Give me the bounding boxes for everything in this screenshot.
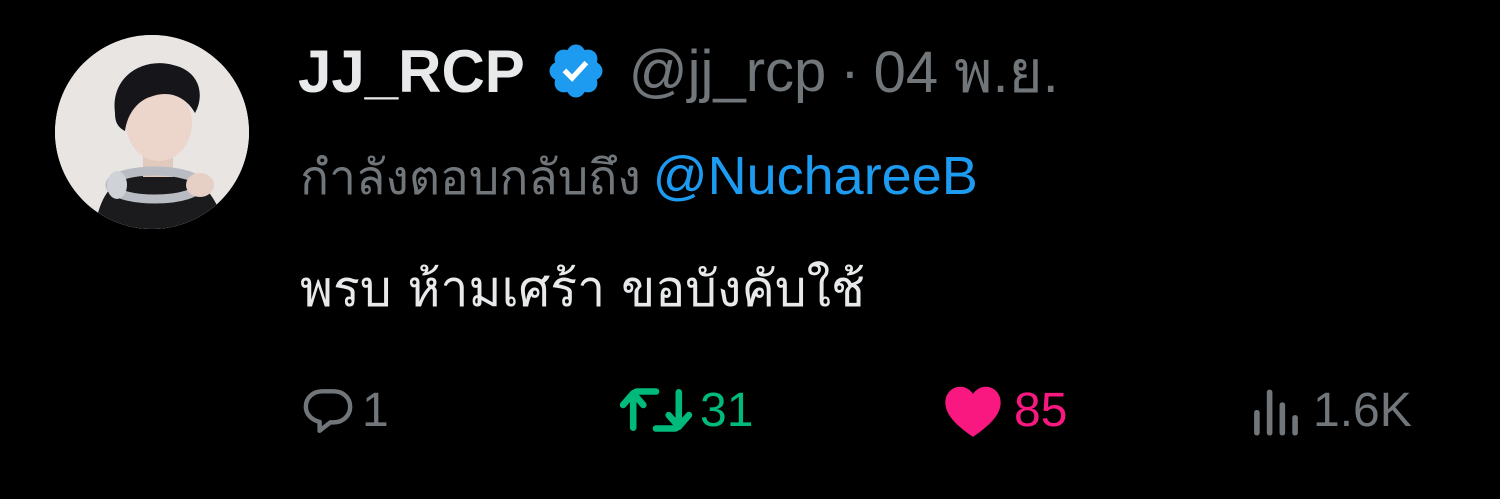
retweet-button[interactable]: 31 [618, 372, 753, 448]
author-handle[interactable]: @jj_rcp [629, 38, 826, 105]
reply-icon [303, 389, 353, 433]
retweet-count: 31 [700, 383, 754, 437]
mention-link[interactable]: @NuchareeB [653, 146, 978, 206]
replying-to-label: กำลังตอบกลับถึง [300, 150, 641, 206]
replying-to: กำลังตอบกลับถึง @NuchareeB [300, 140, 978, 216]
like-button[interactable]: 85 [938, 372, 1067, 448]
verified-badge-icon [545, 40, 607, 102]
tweet-date[interactable]: 04 พ.ย. [874, 25, 1059, 118]
reply-button[interactable]: 1 [300, 372, 389, 448]
tweet-header: JJ_RCP @jj_rcp · 04 พ.ย. [298, 36, 1059, 106]
tweet[interactable]: JJ_RCP @jj_rcp · 04 พ.ย. กำลังตอบกลับถึง… [0, 0, 1500, 499]
tweet-text: พรบ ห้ามเศร้า ขอบังคับใช้ [300, 260, 865, 318]
display-name[interactable]: JJ_RCP [298, 37, 525, 106]
views-count: 1.6K [1313, 383, 1412, 437]
views-button[interactable]: 1.6K [1247, 372, 1412, 448]
reply-count: 1 [362, 383, 389, 437]
avatar-photo [55, 35, 249, 229]
views-icon [1254, 389, 1298, 436]
heart-icon [945, 386, 1001, 437]
retweet-icon [619, 388, 693, 432]
avatar[interactable] [55, 35, 249, 229]
like-count: 85 [1014, 383, 1068, 437]
meta-separator: · [840, 38, 860, 104]
